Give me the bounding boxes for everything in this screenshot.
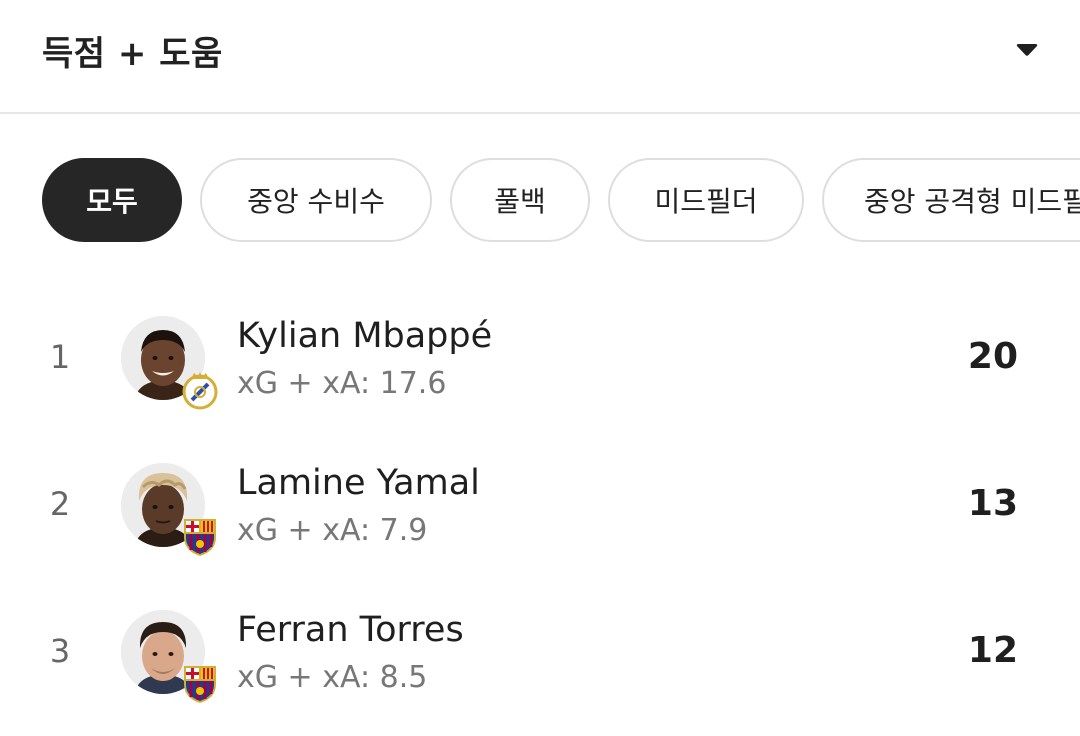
real-madrid-badge-icon [181,370,219,410]
position-filter-bar: 모두 중앙 수비수 풀백 미드필더 중앙 공격형 미드필더 [0,158,1080,242]
player-stat-value: 20 [967,336,1018,377]
player-stat-value: 12 [967,630,1018,671]
filter-chip-fullback[interactable]: 풀백 [450,158,590,242]
player-xg-xa: xG + xA: 8.5 [237,660,428,695]
stat-title: 득점 + 도움 [42,34,223,74]
player-row[interactable]: 3 Ferran Torres xG + xA: 8.5 12 [0,610,1080,736]
player-row[interactable]: 1 Kylian Mbappé xG + xA: 17.6 20 [0,316,1080,462]
filter-chip-label: 중앙 수비수 [247,185,385,218]
player-rank: 1 [49,338,71,376]
player-row[interactable]: 2 Lamine Yamal xG + xA: 7.9 13 [0,463,1080,609]
player-name: Kylian Mbappé [237,316,493,356]
player-rank: 3 [49,632,71,670]
player-rank: 2 [49,485,71,523]
filter-chip-midfielder[interactable]: 미드필더 [608,158,804,242]
filter-chip-attacking-midfielder[interactable]: 중앙 공격형 미드필더 [822,158,1080,242]
filter-chip-label: 미드필더 [654,185,758,218]
player-xg-xa: xG + xA: 7.9 [237,513,428,548]
stat-header: 득점 + 도움 [0,0,1080,114]
barcelona-badge-icon [181,517,219,557]
filter-chip-label: 풀백 [494,185,546,218]
filter-chip-label: 모두 [86,185,138,218]
filter-chip-label: 중앙 공격형 미드필더 [864,185,1080,218]
barcelona-badge-icon [181,664,219,704]
filter-chip-center-back[interactable]: 중앙 수비수 [200,158,432,242]
caret-down-icon[interactable] [1013,40,1041,60]
player-xg-xa: xG + xA: 17.6 [237,366,447,401]
player-stat-value: 13 [967,483,1018,524]
player-name: Ferran Torres [237,610,464,650]
player-name: Lamine Yamal [237,463,480,503]
filter-chip-all[interactable]: 모두 [42,158,182,242]
